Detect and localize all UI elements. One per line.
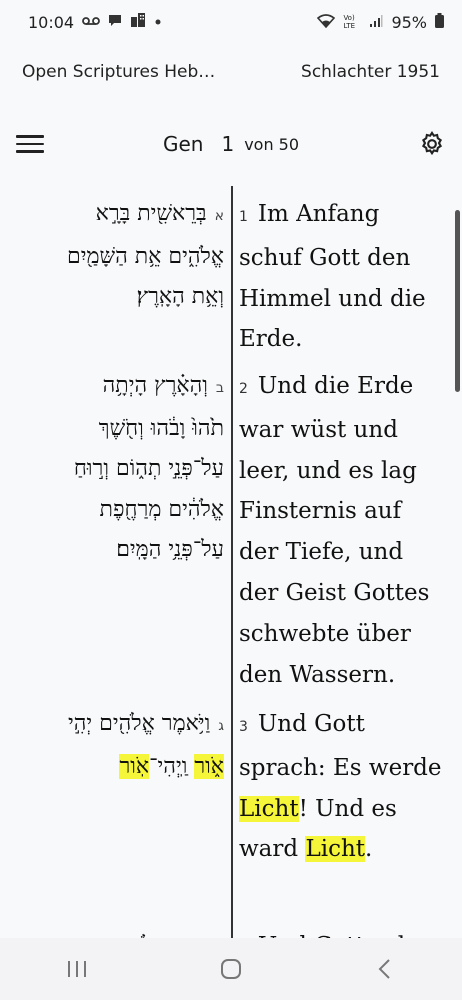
dot-icon	[154, 15, 162, 30]
hebrew-text: וַֽיְהִי־	[149, 753, 195, 779]
recent-apps-icon[interactable]	[47, 949, 107, 989]
hebrew-text: וְאֵ֥ת הָאָֽרֶץ׃	[136, 284, 224, 309]
hebrew-text: וְהָאָ֗רֶץ הָיְתָ֥ה	[102, 373, 208, 398]
hebrew-line: אֱלֹהִ֑ים אֵ֥ת הַשָּׁמַ֖יִם	[6, 237, 224, 278]
chat-bubble-icon	[108, 13, 122, 31]
hebrew-verse[interactable]: א בְּרֵאשִׁ֖ית בָּרָ֣א אֱלֹהִ֑ים אֵ֥ת הַשָ…	[6, 194, 224, 318]
hebrew-line: ג וַיֹּ֥אמֶר אֱלֹהִ֖ים יְהִ֣י	[6, 704, 224, 747]
verse-number: 3	[239, 719, 248, 735]
chapter-selector[interactable]: Gen 1 von 50	[0, 118, 462, 170]
status-left: 10:04	[28, 12, 162, 32]
hebrew-line: דוַיַּ֧רְא אֱלֹהִ֛ים	[6, 926, 224, 938]
highlighted-word: אֹֽור	[119, 753, 150, 779]
toolbar: Gen 1 von 50	[0, 118, 462, 170]
german-verse[interactable]: 2 Und die Erde war wüst und leer, und es …	[239, 366, 444, 695]
volte-icon: Vo) LTE	[343, 14, 356, 30]
hebrew-line: וְאֵ֥ת הָאָֽרֶץ׃	[6, 277, 224, 318]
voicemail-icon	[82, 15, 101, 30]
hebrew-line: ב וְהָאָ֗רֶץ הָיְתָ֥ה	[6, 366, 224, 409]
back-icon[interactable]	[355, 949, 415, 989]
hebrew-verse[interactable]: ג וַיֹּ֥אמֶר אֱלֹהִ֖ים יְהִ֣י אֹ֑ור וַֽיְה…	[6, 704, 224, 787]
hebrew-verse-number: א	[214, 208, 224, 224]
parallel-text[interactable]: א בְּרֵאשִׁ֖ית בָּרָ֣א אֱלֹהִ֑ים אֵ֥ת הַשָ…	[0, 186, 462, 938]
hebrew-line: אֱלֹהִ֔ים מְרַחֶ֖פֶת	[6, 490, 224, 531]
hebrew-line: עַל־פְּנֵ֥י הַמָּֽיִם׃	[6, 530, 224, 571]
hebrew-line: א בְּרֵאשִׁ֖ית בָּרָ֣א	[6, 194, 224, 237]
book-name[interactable]: Gen	[163, 132, 203, 156]
german-verse[interactable]: 1 Im Anfang schuf Gott den Himmel und die…	[239, 194, 444, 360]
verse-text: .	[365, 836, 373, 863]
hebrew-verse-number: ג	[218, 718, 224, 734]
german-verse[interactable]: 4Und Gott sah	[239, 926, 444, 938]
chapter-number[interactable]: 1	[221, 132, 234, 156]
verse-text: Und die Erde war wüst und leer, und es l…	[239, 373, 430, 688]
chapter-total: von 50	[244, 134, 300, 154]
gear-icon[interactable]	[418, 130, 446, 158]
highlighted-word: Licht	[239, 795, 299, 822]
status-right: Vo) LTE 95%	[317, 12, 444, 32]
translation-header: Open Scriptures Heb… Schlachter 1951	[0, 50, 462, 94]
building-icon	[130, 12, 146, 32]
hebrew-text: תֹ֙הוּ֙ וָבֹ֔הוּ וְחֹ֖שֶׁךְ	[98, 415, 224, 441]
hebrew-text: אֱלֹהִ֑ים אֵ֥ת הַשָּׁמַ֖יִם	[66, 243, 224, 269]
hebrew-verse-number: ב	[215, 380, 224, 396]
verse-number: 2	[239, 381, 248, 397]
hebrew-line: עַל־פְּנֵ֣י תְה֑וֹם וְר֣וּחַ	[6, 449, 224, 490]
system-nav-bar	[0, 938, 462, 1000]
hebrew-text: עַל־פְּנֵ֣י תְה֑וֹם וְר֣וּחַ	[73, 456, 224, 481]
german-verse[interactable]: 3 Und Gott sprach: Es werde Licht! Und es…	[239, 704, 444, 870]
hebrew-verse[interactable]: דוַיַּ֧רְא אֱלֹהִ֛ים	[6, 926, 224, 938]
hebrew-text: בְּרֵאשִׁ֖ית בָּרָ֣א	[95, 201, 207, 226]
right-translation-title[interactable]: Schlachter 1951	[301, 62, 440, 82]
signal-icon	[369, 13, 383, 32]
home-icon[interactable]	[201, 949, 261, 989]
status-bar: 10:04 Vo) LTE 95%	[0, 0, 462, 44]
highlighted-word: אֹ֑ור	[194, 753, 224, 779]
hebrew-verse[interactable]: ב וְהָאָ֗רֶץ הָיְתָ֥ה תֹ֙הוּ֙ וָבֹ֔הוּ וְח…	[6, 366, 224, 571]
scrollbar-thumb[interactable]	[455, 210, 460, 392]
hebrew-text: עַל־פְּנֵ֥י הַמָּֽיִם׃	[116, 537, 224, 562]
hebrew-line: אֹ֑ור וַֽיְהִי־אֹֽור׃	[6, 747, 224, 788]
hebrew-text: וַיֹּ֥אמֶר אֱלֹהִ֖ים יְהִ֣י	[67, 711, 211, 736]
battery-icon	[435, 12, 444, 32]
battery-level: 95%	[391, 12, 427, 32]
left-translation-title[interactable]: Open Scriptures Heb…	[22, 62, 215, 82]
status-time: 10:04	[28, 12, 75, 32]
hebrew-line: תֹ֙הוּ֙ וָבֹ֔הוּ וְחֹ֖שֶׁךְ	[6, 409, 224, 450]
verse-text: Und Gott sprach: Es werde	[239, 711, 442, 781]
hebrew-text: אֱלֹהִ֔ים מְרַחֶ֖פֶת	[99, 496, 224, 522]
wifi-icon	[317, 13, 336, 32]
verse-text: Im Anfang schuf Gott den Himmel und die …	[239, 201, 426, 353]
verse-number: 1	[239, 209, 248, 225]
column-divider	[231, 186, 233, 938]
highlighted-word: Licht	[305, 836, 366, 863]
